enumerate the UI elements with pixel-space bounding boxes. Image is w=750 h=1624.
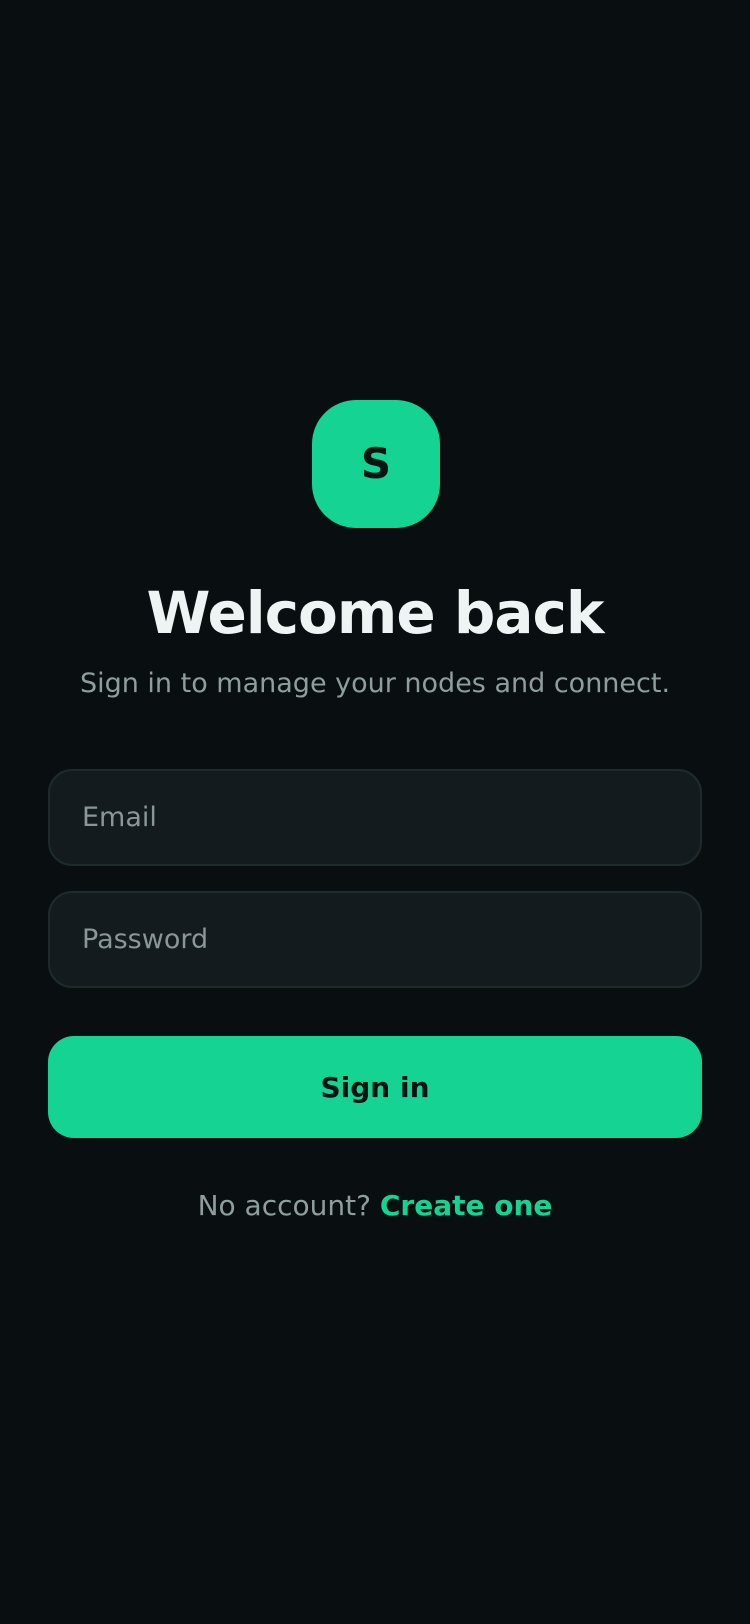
email-field[interactable] (48, 769, 702, 866)
app-logo-letter: S (360, 439, 392, 488)
sign-in-screen: S Welcome back Sign in to manage your no… (0, 0, 750, 1624)
app-logo: S (312, 400, 440, 528)
password-field[interactable] (48, 891, 702, 988)
sign-in-button[interactable]: Sign in (48, 1036, 702, 1138)
no-account-text: No account? (197, 1189, 380, 1222)
page-title: Welcome back (146, 579, 605, 647)
page-subtitle: Sign in to manage your nodes and connect… (79, 668, 671, 699)
create-account-prompt: No account? Create one (0, 1186, 750, 1226)
create-account-link[interactable]: Create one (380, 1189, 553, 1222)
